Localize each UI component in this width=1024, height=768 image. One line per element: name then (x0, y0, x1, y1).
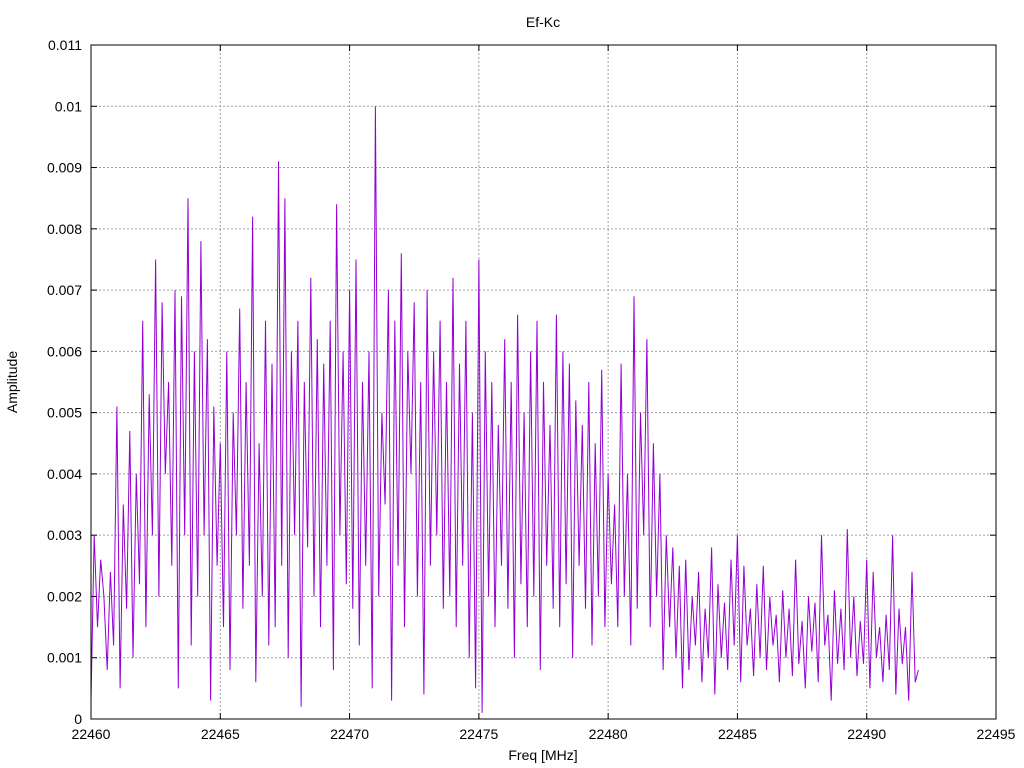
x-tick-label: 22485 (718, 726, 757, 742)
y-tick-label: 0.007 (47, 282, 82, 298)
x-tick-label: 22470 (330, 726, 369, 742)
y-tick-label: 0.006 (47, 343, 82, 359)
x-tick-label: 22460 (72, 726, 111, 742)
x-tick-labels: 22460 22465 22470 22475 22480 22485 22490 22495 (72, 726, 1016, 742)
y-axis-label: Amplitude (4, 351, 20, 413)
amplitude-chart: 22460 22465 22470 22475 22480 22485 22490 22495… (4, 14, 1016, 763)
y-tick-label: 0.004 (47, 466, 82, 482)
y-tick-label: 0.005 (47, 405, 82, 421)
y-tick-label: 0 (74, 711, 82, 727)
x-tick-label: 22490 (847, 726, 886, 742)
y-tick-label: 0.011 (48, 37, 82, 53)
chart-title: Ef-Kc (526, 14, 560, 30)
y-tick-label: 0.01 (55, 98, 82, 114)
x-tick-label: 22465 (201, 726, 240, 742)
y-tick-label: 0.002 (47, 588, 82, 604)
x-axis-label: Freq [MHz] (508, 747, 577, 763)
x-tick-label: 22480 (589, 726, 628, 742)
x-tick-label: 22495 (977, 726, 1016, 742)
series-line (90, 106, 919, 713)
y-tick-label: 0.008 (47, 221, 82, 237)
y-tick-label: 0.001 (47, 650, 82, 666)
y-tick-label: 0.003 (47, 527, 82, 543)
y-tick-label: 0.009 (47, 160, 82, 176)
x-tick-label: 22475 (459, 726, 498, 742)
y-tick-labels: 0 0.001 0.002 0.003 0.004 0.005 0.006 0.007 0.00… (47, 37, 82, 727)
